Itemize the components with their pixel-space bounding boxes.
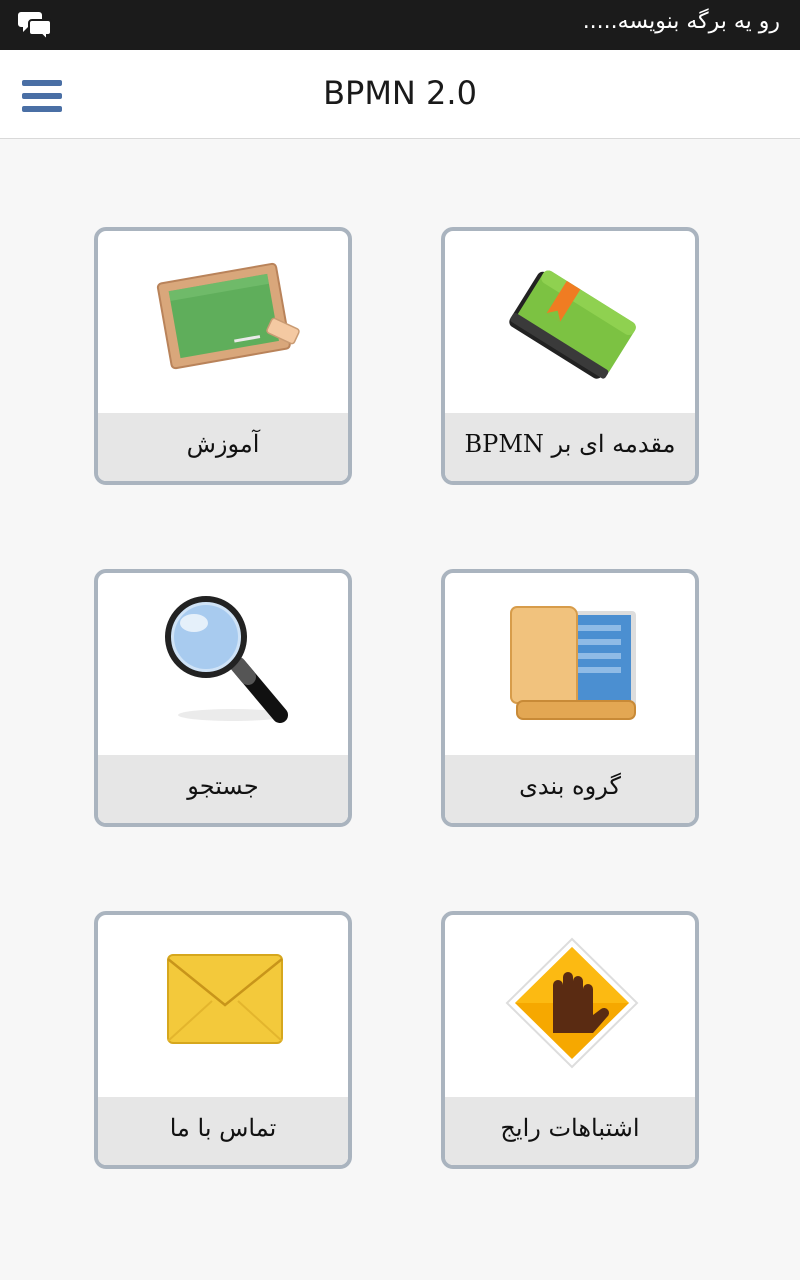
- chat-bubbles-icon: [18, 9, 54, 41]
- tile-label: گروه بندی: [445, 755, 695, 823]
- tile-intro-bpmn[interactable]: مقدمه ای بر BPMN: [441, 227, 699, 485]
- tile-label: مقدمه ای بر BPMN: [445, 413, 695, 481]
- magnifier-icon: [98, 573, 348, 759]
- stop-hand-sign-icon: [445, 915, 695, 1101]
- tile-contact-us[interactable]: تماس با ما: [94, 911, 352, 1169]
- envelope-icon: [98, 915, 348, 1101]
- tile-label: آموزش: [98, 413, 348, 481]
- chalkboard-icon: [98, 231, 348, 417]
- status-bar: رو یه برگه بنویسه.....: [0, 0, 800, 50]
- tile-label: تماس با ما: [98, 1097, 348, 1165]
- notification-text: رو یه برگه بنویسه.....: [582, 9, 780, 34]
- page-title: BPMN 2.0: [323, 74, 477, 112]
- tile-grouping[interactable]: گروه بندی: [441, 569, 699, 827]
- tile-label: اشتباهات رایج: [445, 1097, 695, 1165]
- tile-search[interactable]: جستجو: [94, 569, 352, 827]
- folder-icon: [445, 573, 695, 759]
- app-bar: BPMN 2.0: [0, 50, 800, 139]
- green-book-icon: [445, 231, 695, 417]
- tile-training[interactable]: آموزش: [94, 227, 352, 485]
- tile-common-mistakes[interactable]: اشتباهات رایج: [441, 911, 699, 1169]
- tile-label: جستجو: [98, 755, 348, 823]
